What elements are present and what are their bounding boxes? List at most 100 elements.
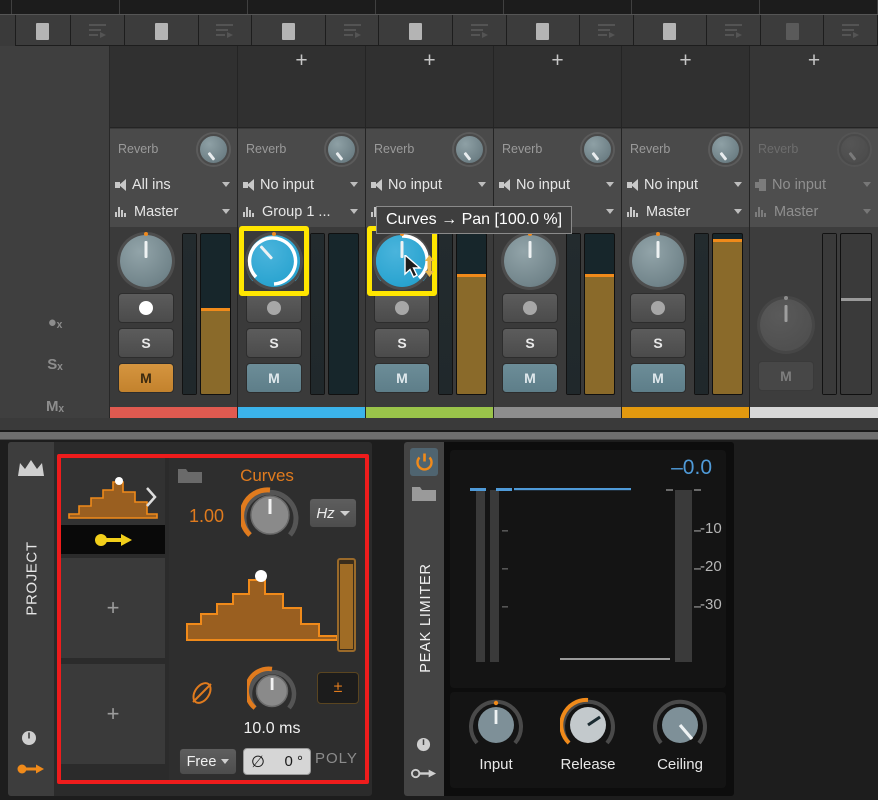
output-selector[interactable]: Master xyxy=(755,198,873,225)
send-level-knob[interactable] xyxy=(839,133,870,165)
toolbar-list-button-3[interactable] xyxy=(326,15,380,47)
record-disable-all-icon[interactable]: ●ₓ xyxy=(0,301,110,343)
volume-fader[interactable] xyxy=(584,233,615,395)
insert-slot-area[interactable]: + xyxy=(750,46,878,128)
toolbar-stop-button-2[interactable] xyxy=(125,15,199,47)
solo-button[interactable]: S xyxy=(502,328,558,358)
toolbar-stop-button-3[interactable] xyxy=(252,15,326,47)
curves-time-knob[interactable] xyxy=(247,666,297,716)
empty-device-slot[interactable]: + xyxy=(61,664,165,764)
volume-fader[interactable] xyxy=(840,233,872,395)
solo-disable-all-icon[interactable]: Sₓ xyxy=(0,343,110,385)
toolbar-list-button-6[interactable] xyxy=(707,15,761,47)
device-thumbnail[interactable] xyxy=(61,458,165,554)
pan-knob-wrap xyxy=(118,232,174,289)
insert-slot-area[interactable]: + xyxy=(366,46,493,128)
record-arm-button[interactable] xyxy=(630,293,686,323)
mute-button[interactable]: M xyxy=(374,363,430,393)
release-knob[interactable] xyxy=(560,697,616,753)
level-meter xyxy=(566,233,581,395)
route-arrow-icon[interactable] xyxy=(17,762,45,776)
record-arm-button[interactable] xyxy=(118,293,174,323)
add-insert-button[interactable]: + xyxy=(679,50,691,71)
thumbnail-modulation-bar[interactable] xyxy=(61,525,165,554)
mute-disable-all-icon[interactable]: Mₓ xyxy=(0,385,110,427)
empty-device-slot[interactable]: + xyxy=(61,558,165,658)
solo-button[interactable]: S xyxy=(246,328,302,358)
solo-button[interactable]: S xyxy=(374,328,430,358)
ceiling-knob[interactable] xyxy=(652,697,708,753)
volume-fader[interactable] xyxy=(328,233,359,395)
output-selector[interactable]: Master xyxy=(627,198,744,225)
insert-slot-area[interactable]: + xyxy=(622,46,749,128)
input-selector[interactable]: No input xyxy=(243,171,360,198)
input-selector[interactable]: No input xyxy=(755,171,873,198)
toolbar-stop-button-6[interactable] xyxy=(634,15,708,47)
toolbar-stop-button-1[interactable] xyxy=(16,15,71,47)
toolbar-stop-button-7[interactable] xyxy=(761,15,825,47)
send-level-knob[interactable] xyxy=(326,133,357,165)
clock-icon[interactable] xyxy=(416,737,431,752)
volume-fader[interactable] xyxy=(712,233,743,395)
pan-center-dot xyxy=(272,232,276,236)
curves-mode-select[interactable]: Free xyxy=(179,748,237,775)
insert-slot-area[interactable]: + xyxy=(494,46,621,128)
curves-unit-select[interactable]: Hz xyxy=(309,498,357,528)
record-arm-button[interactable] xyxy=(374,293,430,323)
panel-splitter[interactable] xyxy=(0,430,878,440)
curves-amount-knob[interactable] xyxy=(241,486,299,544)
output-selector[interactable]: Master xyxy=(115,198,232,225)
record-arm-button[interactable] xyxy=(246,293,302,323)
toolbar-list-button-5[interactable] xyxy=(580,15,634,47)
input-knob[interactable] xyxy=(468,697,524,753)
route-arrow-icon[interactable] xyxy=(411,767,437,780)
mute-button[interactable]: M xyxy=(758,361,814,391)
pan-knob[interactable] xyxy=(632,235,684,287)
insert-slot-area[interactable] xyxy=(110,46,237,128)
toolbar-list-button-4[interactable] xyxy=(453,15,507,47)
input-selector[interactable]: No input xyxy=(499,171,616,198)
output-selector[interactable]: Group 1 ... xyxy=(243,198,360,225)
mute-button[interactable]: M xyxy=(118,363,174,393)
power-icon xyxy=(415,453,433,471)
send-level-knob[interactable] xyxy=(198,133,229,165)
clock-icon[interactable] xyxy=(21,730,37,746)
pan-knob[interactable] xyxy=(120,235,172,287)
pan-knob[interactable] xyxy=(504,235,556,287)
volume-fader[interactable] xyxy=(200,233,231,395)
add-insert-button[interactable]: + xyxy=(295,50,307,71)
toolbar-stop-button-4[interactable] xyxy=(379,15,453,47)
send-level-knob[interactable] xyxy=(454,133,485,165)
mute-button[interactable]: M xyxy=(630,363,686,393)
add-insert-button[interactable]: + xyxy=(808,50,820,71)
mixer-panel: ●ₓ Sₓ Mₓ Reverb All ins Master S M + Rev… xyxy=(0,0,878,430)
leaf-icon[interactable] xyxy=(189,680,215,706)
send-level-knob[interactable] xyxy=(710,133,741,165)
folder-icon[interactable] xyxy=(411,484,437,503)
toolbar-stop-button-5[interactable] xyxy=(507,15,581,47)
curves-phase-field[interactable]: ∅ 0 ° xyxy=(243,748,311,775)
send-level-knob[interactable] xyxy=(582,133,613,165)
curves-polarity-button[interactable]: ± xyxy=(317,672,359,704)
limiter-display[interactable]: –0.0 -10 -20 -30 xyxy=(450,450,726,688)
curves-shape-editor[interactable] xyxy=(183,562,343,652)
input-selector[interactable]: No input xyxy=(371,171,488,198)
solo-button[interactable]: S xyxy=(118,328,174,358)
curves-level-slider[interactable] xyxy=(337,558,356,652)
toolbar-list-button-7[interactable] xyxy=(824,15,878,47)
solo-button[interactable]: S xyxy=(630,328,686,358)
insert-slot-area[interactable]: + xyxy=(238,46,365,128)
pan-center-dot xyxy=(144,232,148,236)
mute-button[interactable]: M xyxy=(502,363,558,393)
mute-button[interactable]: M xyxy=(246,363,302,393)
toolbar-list-button-1[interactable] xyxy=(71,15,126,47)
add-insert-button[interactable]: + xyxy=(423,50,435,71)
add-insert-button[interactable]: + xyxy=(551,50,563,71)
toolbar-list-button-2[interactable] xyxy=(199,15,253,47)
pan-knob[interactable] xyxy=(760,299,812,351)
power-button[interactable] xyxy=(410,448,438,476)
input-selector[interactable]: All ins xyxy=(115,171,232,198)
record-arm-button[interactable] xyxy=(502,293,558,323)
volume-fader[interactable] xyxy=(456,233,487,395)
input-selector[interactable]: No input xyxy=(627,171,744,198)
